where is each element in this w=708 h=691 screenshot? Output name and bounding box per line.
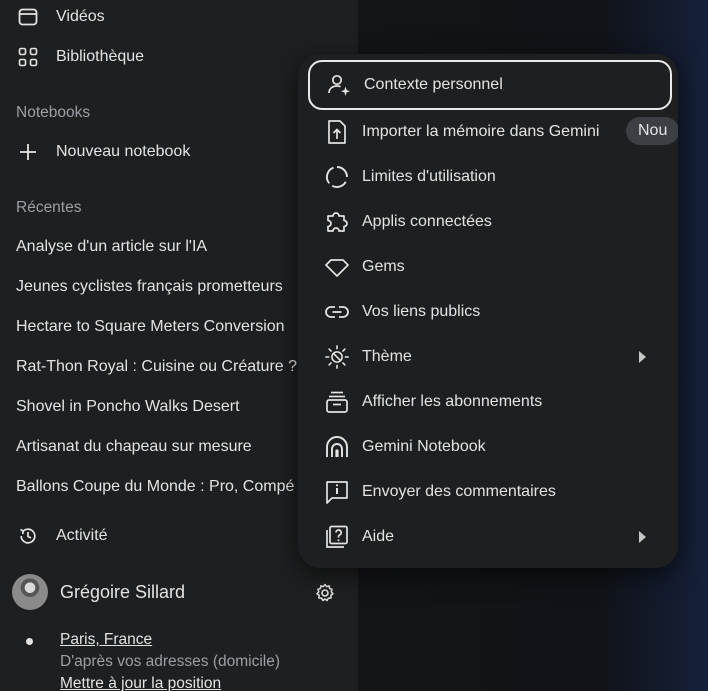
import-icon [324, 119, 350, 145]
menu-item-label: Applis connectées [362, 213, 492, 230]
new-notebook-label: Nouveau notebook [56, 143, 191, 160]
activity-button[interactable]: Activité [16, 516, 108, 556]
user-account[interactable]: Grégoire Sillard [12, 572, 352, 612]
menu-item-connected-apps[interactable]: Applis connectées [308, 197, 672, 247]
personal-context-icon [326, 72, 352, 98]
library-icon [16, 45, 40, 69]
menu-item-label: Gems [362, 258, 405, 275]
menu-item-label: Afficher les abonnements [362, 393, 543, 410]
menu-item-public-links[interactable]: Vos liens publics [308, 287, 672, 337]
menu-item-label: Contexte personnel [364, 76, 503, 93]
menu-item-gems[interactable]: Gems [308, 242, 672, 292]
menu-item-label: Importer la mémoire dans Gemini [362, 123, 600, 140]
sidebar-item-label: Bibliothèque [56, 48, 145, 65]
menu-item-label: Limites d'utilisation [362, 168, 496, 185]
sidebar-item-videos[interactable]: Vidéos [16, 0, 105, 37]
history-icon [16, 524, 40, 548]
sidebar-item-label: Vidéos [56, 8, 105, 25]
avatar [12, 574, 48, 610]
gem-icon [324, 254, 350, 280]
recent-section-title: Récentes [16, 199, 82, 216]
menu-item-label: Gemini Notebook [362, 438, 486, 455]
subscriptions-icon [324, 389, 350, 415]
plus-icon [16, 140, 40, 164]
link-icon [324, 299, 350, 325]
menu-item-help[interactable]: Aide [308, 512, 672, 562]
notebook-icon [324, 434, 350, 460]
notebooks-section-title: Notebooks [16, 104, 91, 121]
menu-item-label: Envoyer des commentaires [362, 483, 556, 500]
new-notebook-button[interactable]: Nouveau notebook [16, 132, 190, 172]
feedback-icon [324, 479, 350, 505]
activity-label: Activité [56, 527, 108, 544]
menu-item-label: Aide [362, 528, 395, 545]
puzzle-icon [324, 209, 350, 235]
chevron-right-icon [639, 531, 646, 543]
user-name: Grégoire Sillard [60, 581, 186, 602]
chevron-right-icon [639, 351, 646, 363]
gear-icon[interactable] [314, 582, 336, 604]
location-dot [26, 638, 33, 645]
menu-item-personal-context[interactable]: Contexte personnel [308, 60, 672, 110]
location-link[interactable]: Paris, France [60, 631, 152, 649]
video-icon [16, 5, 40, 29]
menu-item-gemini-notebook[interactable]: Gemini Notebook [308, 422, 672, 472]
menu-item-usage-limits[interactable]: Limites d'utilisation [308, 152, 672, 202]
menu-item-subscriptions[interactable]: Afficher les abonnements [308, 377, 672, 427]
theme-icon [324, 344, 350, 370]
new-badge: Nou [626, 117, 678, 145]
menu-item-label: Vos liens publics [362, 303, 481, 320]
location-source: D'après vos adresses (domicile) [60, 653, 281, 670]
menu-item-feedback[interactable]: Envoyer des commentaires [308, 467, 672, 517]
update-location-link[interactable]: Mettre à jour la position [60, 675, 221, 691]
usage-limits-icon [324, 164, 350, 190]
menu-item-theme[interactable]: Thème [308, 332, 672, 382]
settings-menu: Contexte personnel Importer la mémoire d… [298, 54, 678, 568]
menu-item-import-memory[interactable]: Importer la mémoire dans Gemini Nou [308, 107, 678, 157]
menu-item-label: Thème [362, 348, 412, 365]
sidebar-item-library[interactable]: Bibliothèque [16, 37, 144, 77]
help-icon [324, 524, 350, 550]
